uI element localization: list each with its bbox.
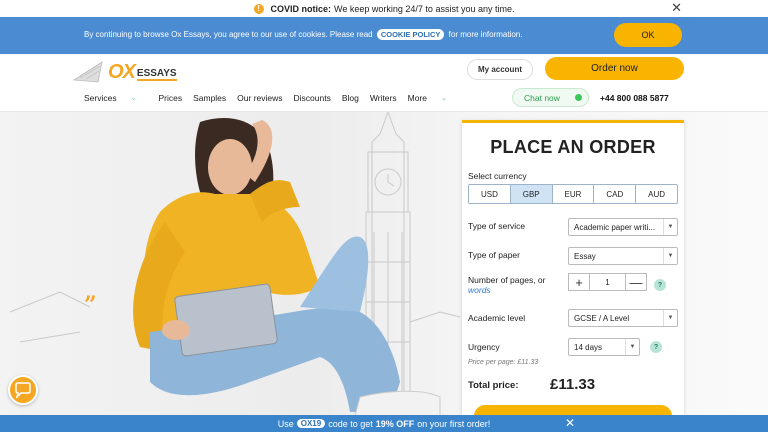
currency-cad[interactable]: CAD <box>594 185 637 203</box>
currency-aud[interactable]: AUD <box>636 185 677 203</box>
service-value: Academic paper writi... <box>574 222 655 232</box>
nav-blog[interactable]: Blog <box>342 93 359 103</box>
cookie-text-after: for more information. <box>448 30 523 39</box>
price-per-page: Price per page: £11.33 <box>468 359 539 366</box>
promo-code: OX19 <box>296 419 326 428</box>
promo-middle: code to get <box>328 418 373 429</box>
urgency-label: Urgency <box>468 342 500 352</box>
pages-label: Number of pages, or words <box>468 275 545 295</box>
nav-writers[interactable]: Writers <box>370 93 397 103</box>
urgency-select[interactable]: 14 days ▼ <box>568 338 640 356</box>
covid-notice-bar: ! COVID notice: We keep working 24/7 to … <box>0 0 768 17</box>
promo-discount: 19% OFF <box>375 418 415 429</box>
chat-now-label: Chat now <box>524 92 560 103</box>
currency-eur[interactable]: EUR <box>553 185 595 203</box>
help-icon[interactable]: ? <box>650 341 662 353</box>
cookie-text: By continuing to browse Ox Essays, you a… <box>84 29 522 40</box>
logo[interactable]: OX ESSAYS <box>72 58 192 86</box>
nav-our-reviews[interactable]: Our reviews <box>237 93 282 103</box>
currency-label: Select currency <box>468 171 527 181</box>
plus-icon[interactable]: + <box>569 274 589 290</box>
main-nav: Services ⌄ Prices Samples Our reviews Dis… <box>84 93 469 103</box>
currency-selector: USD GBP EUR CAD AUD <box>468 184 678 204</box>
urgency-value: 14 days <box>574 342 603 352</box>
dropdown-arrow-icon: ▼ <box>625 339 639 355</box>
level-value: GCSE / A Level <box>574 313 630 323</box>
level-select[interactable]: GCSE / A Level ▼ <box>568 309 678 327</box>
paper-value: Essay <box>574 251 596 261</box>
total-value: £11.33 <box>550 376 596 393</box>
promo-bar: Use OX19 code to get 19% OFF on your fir… <box>0 415 768 432</box>
chat-bubble-button[interactable] <box>8 375 38 405</box>
order-form-title: PLACE AN ORDER <box>490 137 656 157</box>
nav-samples[interactable]: Samples <box>193 93 226 103</box>
nav-services-label: Services <box>84 93 117 103</box>
sail-logo-icon <box>72 61 103 83</box>
my-account-button[interactable]: My account <box>467 59 533 80</box>
nav-more[interactable]: More ⌄ <box>408 93 458 103</box>
nav-more-label: More <box>407 93 427 103</box>
chat-now-button[interactable]: Chat now <box>512 88 589 107</box>
promo-use: Use <box>277 418 294 429</box>
site-header: OX ESSAYS My account Order now Services ⌄… <box>0 54 768 112</box>
order-now-button[interactable]: Order now <box>545 57 684 80</box>
cookie-text-before: By continuing to browse Ox Essays, you a… <box>84 30 373 39</box>
words-link[interactable]: words <box>468 285 491 295</box>
chat-bubble-icon <box>15 382 31 398</box>
dropdown-arrow-icon: ▼ <box>663 248 677 264</box>
covid-message: We keep working 24/7 to assist you any t… <box>334 3 515 14</box>
chevron-down-icon: ⌄ <box>441 95 447 102</box>
quote-icon: ” <box>84 292 97 318</box>
currency-gbp[interactable]: GBP <box>510 185 553 203</box>
online-status-icon <box>575 94 582 101</box>
cookie-policy-link[interactable]: COOKIE POLICY <box>376 29 445 40</box>
help-icon[interactable]: ? <box>654 279 666 291</box>
covid-title: COVID notice: <box>270 3 332 14</box>
logo-ox: OX <box>108 60 136 83</box>
pages-value[interactable]: 1 <box>589 274 626 290</box>
close-icon[interactable]: ✕ <box>671 1 682 15</box>
paper-label: Type of paper <box>468 250 520 260</box>
cookie-banner: By continuing to browse Ox Essays, you a… <box>0 17 768 54</box>
dropdown-arrow-icon: ▼ <box>663 310 677 326</box>
chevron-down-icon: ⌄ <box>130 95 137 102</box>
logo-essays: ESSAYS <box>136 68 177 81</box>
cookie-ok-button[interactable]: OK <box>614 23 682 47</box>
promo-end: on your first order! <box>417 418 491 429</box>
service-label: Type of service <box>468 221 526 231</box>
currency-usd[interactable]: USD <box>469 185 511 203</box>
paper-select[interactable]: Essay ▼ <box>568 247 678 265</box>
nav-services[interactable]: Services ⌄ <box>84 93 147 103</box>
nav-prices[interactable]: Prices <box>158 93 182 103</box>
order-form: PLACE AN ORDER Select currency USD GBP E… <box>462 120 684 427</box>
warning-icon: ! <box>253 3 264 14</box>
minus-icon[interactable]: — <box>626 274 646 290</box>
service-select[interactable]: Academic paper writi... ▼ <box>568 218 678 236</box>
total-label: Total price: <box>468 380 519 391</box>
pages-stepper: + 1 — <box>568 273 647 291</box>
nav-discounts[interactable]: Discounts <box>294 93 331 103</box>
dropdown-arrow-icon: ▼ <box>663 219 677 235</box>
close-icon[interactable]: ✕ <box>565 416 575 430</box>
hero-illustration <box>9 112 460 416</box>
level-label: Academic level <box>468 313 526 323</box>
pages-label-text: Number of pages, or <box>468 275 546 285</box>
phone-number[interactable]: +44 800 088 5877 <box>600 93 669 103</box>
